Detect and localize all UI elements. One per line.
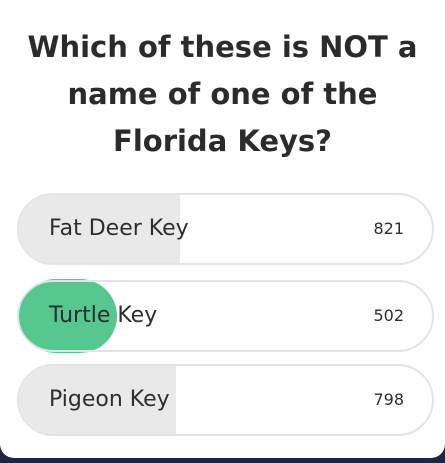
- poll-question: Which of these is NOT a name of one of t…: [27, 30, 418, 158]
- footer-bar: [0, 458, 445, 463]
- option-label: Turtle Key: [49, 303, 158, 328]
- option-vote-count: 798: [373, 390, 404, 409]
- poll-card: Which of these is NOT a name of one of t…: [0, 0, 445, 458]
- poll-option-pigeon-key[interactable]: Pigeon Key 798: [17, 364, 434, 436]
- option-vote-count: 821: [373, 219, 404, 238]
- option-label: Fat Deer Key: [49, 216, 189, 241]
- option-label: Pigeon Key: [49, 387, 170, 412]
- poll-option-turtle-key[interactable]: Turtle Key 502: [17, 280, 434, 352]
- option-vote-count: 502: [373, 306, 404, 325]
- poll-option-fat-deer-key[interactable]: Fat Deer Key 821: [17, 193, 434, 265]
